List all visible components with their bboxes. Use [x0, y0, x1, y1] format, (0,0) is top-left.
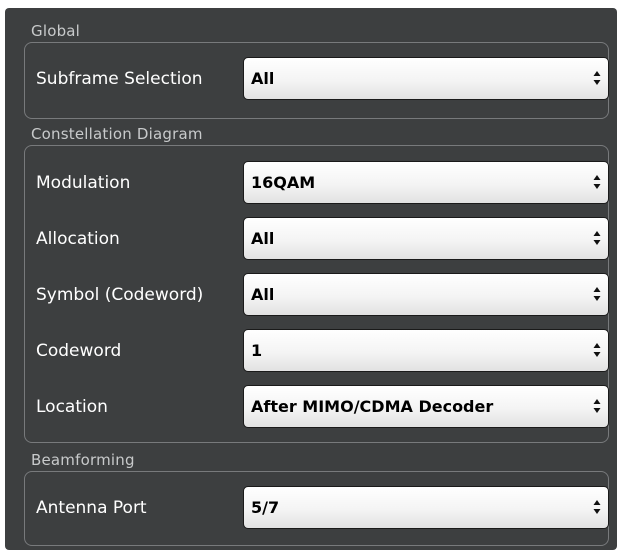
allocation-label: Allocation: [36, 229, 120, 249]
modulation-value: 16QAM: [251, 173, 316, 192]
symbol-codeword-value: All: [251, 285, 275, 304]
symbol-codeword-dropdown[interactable]: All: [243, 273, 609, 316]
up-down-arrows-icon: [593, 71, 601, 85]
allocation-dropdown[interactable]: All: [243, 217, 609, 260]
symbol-codeword-label: Symbol (Codeword): [36, 285, 204, 305]
subframe-selection-label: Subframe Selection: [36, 69, 203, 89]
up-down-arrows-icon: [593, 175, 601, 189]
modulation-dropdown[interactable]: 16QAM: [243, 161, 609, 204]
location-dropdown[interactable]: After MIMO/CDMA Decoder: [243, 385, 609, 428]
subframe-selection-value: All: [251, 69, 275, 88]
up-down-arrows-icon: [593, 287, 601, 301]
up-down-arrows-icon: [593, 231, 601, 245]
up-down-arrows-icon: [593, 343, 601, 357]
allocation-value: All: [251, 229, 275, 248]
codeword-dropdown[interactable]: 1: [243, 329, 609, 372]
location-value: After MIMO/CDMA Decoder: [251, 397, 494, 416]
antenna-port-value: 5/7: [251, 498, 280, 517]
antenna-port-label: Antenna Port: [36, 498, 147, 518]
group-title-constellation-diagram: Constellation Diagram: [31, 125, 203, 143]
group-title-global: Global: [31, 22, 81, 40]
up-down-arrows-icon: [593, 399, 601, 413]
settings-panel: Global Subframe Selection All Constellat…: [5, 8, 617, 550]
group-title-beamforming: Beamforming: [31, 451, 135, 469]
up-down-arrows-icon: [593, 500, 601, 514]
antenna-port-dropdown[interactable]: 5/7: [243, 486, 609, 529]
codeword-label: Codeword: [36, 341, 122, 361]
subframe-selection-dropdown[interactable]: All: [243, 57, 609, 100]
location-label: Location: [36, 397, 108, 417]
modulation-label: Modulation: [36, 173, 131, 193]
codeword-value: 1: [251, 341, 263, 360]
